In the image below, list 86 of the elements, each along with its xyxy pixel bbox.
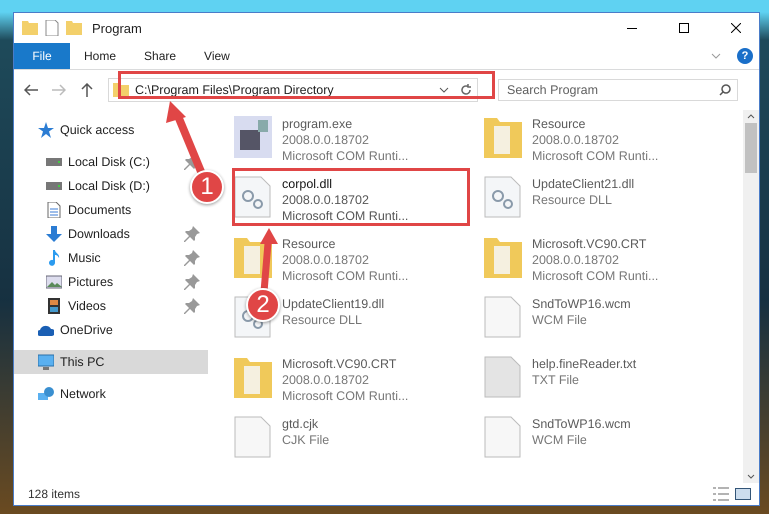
file-detail: 2008.0.0.18702 — [282, 372, 370, 388]
folder-icon — [484, 236, 522, 278]
file-detail: 2008.0.0.18702 — [282, 132, 370, 148]
file-detail: 2008.0.0.18702 — [282, 192, 370, 208]
file-detail: Microsoft COM Runti... — [532, 268, 658, 284]
file-name[interactable]: Resource — [282, 236, 408, 252]
search-field[interactable]: Search Program — [498, 79, 738, 101]
up-arrow-icon — [81, 83, 93, 97]
sidebar-item[interactable]: Downloads — [14, 222, 136, 246]
file-name[interactable]: help.fineReader.txt — [532, 356, 636, 372]
maximize-icon — [679, 23, 689, 33]
details-view-icon — [713, 486, 729, 502]
sidebar-item[interactable]: Videos — [14, 294, 112, 318]
sidebar-item[interactable]: Quick access — [14, 118, 140, 142]
monitor-icon — [38, 354, 54, 370]
file-icon — [484, 296, 522, 338]
sidebar-item[interactable]: Local Disk (C:) — [14, 150, 156, 174]
sidebar-item[interactable]: OneDrive — [14, 318, 119, 342]
gears-file-icon — [234, 176, 272, 218]
file-icon — [484, 416, 522, 458]
sidebar-item[interactable]: Pictures — [14, 270, 120, 294]
ribbon-tab[interactable]: Share — [130, 43, 190, 69]
file-name[interactable]: program.exe — [282, 116, 408, 132]
new-folder-icon — [66, 20, 82, 36]
file-detail: Resource DLL — [282, 312, 363, 328]
file-name[interactable]: UpdateClient21.dll — [532, 176, 634, 192]
file-name[interactable]: Microsoft.VC90.CRT — [282, 356, 408, 372]
sidebar-item[interactable]: Network — [14, 382, 112, 406]
sidebar-item[interactable]: Documents — [14, 198, 138, 222]
sidebar-item[interactable]: This PC — [14, 350, 208, 374]
search-icon — [719, 84, 731, 96]
ribbon-tab[interactable]: File — [14, 43, 70, 69]
forward-arrow-icon — [52, 84, 66, 96]
network-icon — [38, 386, 54, 402]
file-detail: Microsoft COM Runti... — [282, 208, 408, 224]
scrollbar[interactable] — [743, 110, 759, 483]
ribbon-tab[interactable]: Home — [70, 43, 130, 69]
file-name[interactable]: Resource — [532, 116, 658, 132]
folder-icon — [234, 356, 272, 398]
document-icon — [46, 202, 62, 218]
address-bar[interactable]: C:\Program Files\Program Directory — [108, 78, 478, 102]
file-name[interactable]: UpdateClient19.dll — [282, 296, 384, 312]
chevron-up-icon — [747, 114, 755, 119]
folder-icon — [22, 20, 38, 36]
file-detail: 2008.0.0.18702 — [282, 252, 370, 268]
chevron-down-icon — [439, 87, 449, 93]
file-detail: TXT File — [532, 372, 580, 388]
large-icons-view-icon — [735, 486, 751, 502]
file-name[interactable]: Microsoft.VC90.CRT — [532, 236, 658, 252]
download-arrow-icon — [46, 226, 62, 242]
file-detail: WCM File — [532, 312, 588, 328]
file-detail: 2008.0.0.18702 — [532, 252, 620, 268]
scrollbar-thumb[interactable] — [745, 123, 757, 173]
back-arrow-icon — [24, 84, 38, 96]
text-file-icon — [484, 356, 522, 398]
file-name[interactable]: corpol.dll — [282, 176, 408, 192]
file-detail: Microsoft COM Runti... — [282, 388, 408, 404]
help-button[interactable]: ? — [737, 48, 753, 64]
refresh-icon — [460, 84, 472, 96]
music-note-icon — [46, 250, 62, 266]
pictures-icon — [46, 274, 62, 290]
file-detail: Microsoft COM Runti... — [282, 148, 408, 164]
file-name[interactable]: SndToWP16.wcm — [532, 416, 631, 432]
file-detail: 2008.0.0.18702 — [532, 132, 620, 148]
folder-icon — [484, 116, 522, 158]
file-name[interactable]: SndToWP16.wcm — [532, 296, 631, 312]
file-icon — [234, 416, 272, 458]
file-detail: Resource DLL — [532, 192, 613, 208]
sidebar-item[interactable]: Local Disk (D:) — [14, 174, 156, 198]
chevron-down-icon — [711, 53, 721, 59]
close-icon — [731, 23, 741, 33]
file-detail: Microsoft COM Runti... — [532, 148, 658, 164]
file-detail: CJK File — [282, 432, 330, 448]
film-icon — [46, 298, 62, 314]
item-count: 128 items — [28, 487, 80, 501]
chevron-down-icon — [747, 474, 755, 479]
window-title: Program — [92, 20, 142, 36]
star-icon — [38, 122, 54, 138]
file-detail: Microsoft COM Runti... — [282, 268, 408, 284]
gears-file-icon — [484, 176, 522, 218]
file-name[interactable]: gtd.cjk — [282, 416, 330, 432]
properties-icon — [44, 20, 60, 36]
program-icon — [234, 116, 272, 158]
ribbon-tab[interactable]: View — [190, 43, 244, 69]
sidebar-item[interactable]: Music — [14, 246, 107, 270]
file-detail: WCM File — [532, 432, 588, 448]
